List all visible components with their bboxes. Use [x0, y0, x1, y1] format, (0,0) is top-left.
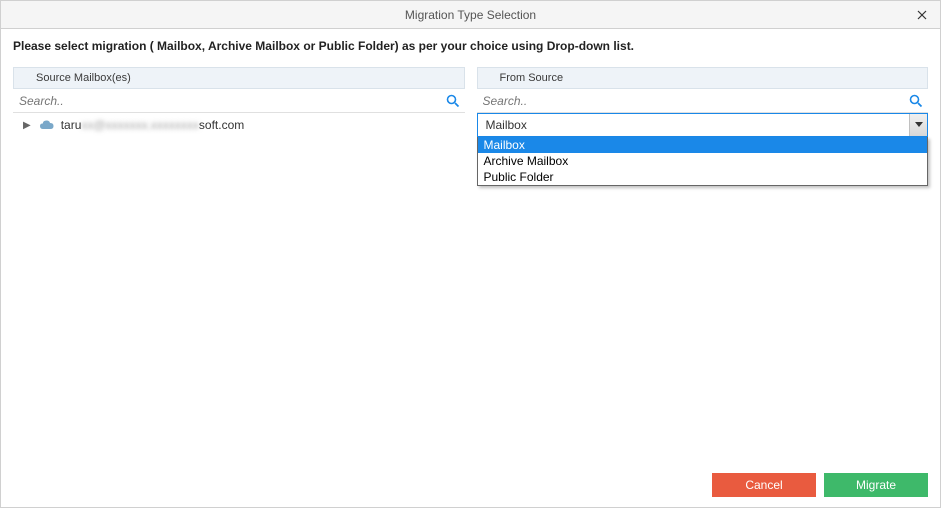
- cloud-icon: [39, 119, 55, 131]
- dropdown-option-public-folder[interactable]: Public Folder: [478, 169, 928, 185]
- dropdown-arrow-button[interactable]: [909, 114, 927, 136]
- close-button[interactable]: [912, 5, 932, 25]
- from-source-search-button[interactable]: [904, 94, 928, 108]
- from-source-search-input[interactable]: [477, 90, 905, 112]
- source-search-button[interactable]: [441, 94, 465, 108]
- source-search-input[interactable]: [13, 90, 441, 112]
- cancel-button[interactable]: Cancel: [712, 473, 816, 497]
- footer-buttons: Cancel Migrate: [712, 473, 928, 497]
- dropdown-option-archive-mailbox[interactable]: Archive Mailbox: [478, 153, 928, 169]
- search-icon: [909, 94, 923, 108]
- migration-type-select[interactable]: Mailbox: [477, 113, 929, 137]
- migration-type-value: Mailbox: [478, 116, 910, 134]
- instruction-text: Please select migration ( Mailbox, Archi…: [1, 29, 940, 67]
- expand-arrow-icon[interactable]: ▶: [23, 120, 31, 131]
- close-icon: [917, 10, 927, 20]
- mailbox-tree-row[interactable]: ▶ taruxx@xxxxxxx.xxxxxxxxsoft.com: [13, 113, 465, 137]
- titlebar: Migration Type Selection: [1, 1, 940, 29]
- dropdown-option-mailbox[interactable]: Mailbox: [478, 137, 928, 153]
- source-search-row: [13, 89, 465, 113]
- source-mailbox-panel: Source Mailbox(es) ▶ taruxx@xxxxxxx.xxxx…: [13, 67, 465, 137]
- from-source-header: From Source: [477, 67, 929, 89]
- migrate-button[interactable]: Migrate: [824, 473, 928, 497]
- window-title: Migration Type Selection: [405, 8, 536, 22]
- migration-type-dropdown: Mailbox Archive Mailbox Public Folder: [477, 137, 929, 186]
- source-mailbox-header: Source Mailbox(es): [13, 67, 465, 89]
- chevron-down-icon: [915, 122, 923, 128]
- mailbox-label: taruxx@xxxxxxx.xxxxxxxxsoft.com: [61, 118, 245, 132]
- from-source-panel: From Source Mailbox Mailbox Archive Mail…: [477, 67, 929, 137]
- search-icon: [446, 94, 460, 108]
- from-source-search-row: [477, 89, 929, 113]
